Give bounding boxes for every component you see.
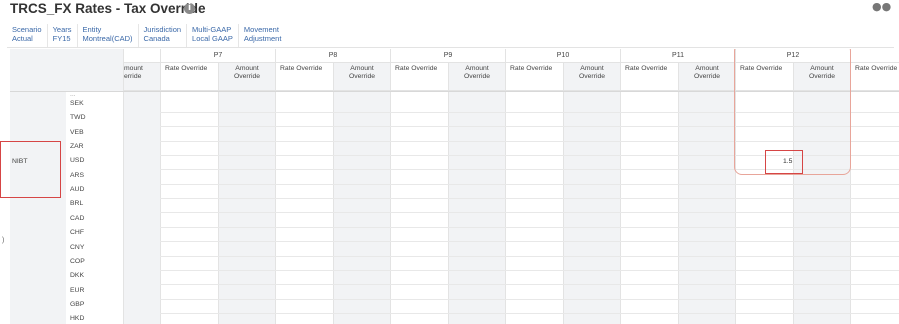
- amount-override-header-p10[interactable]: Amount Override: [563, 63, 620, 91]
- rate-override-header-p11[interactable]: Rate Override: [620, 63, 678, 91]
- currency-row-brl[interactable]: BRL: [70, 200, 83, 207]
- page-title: TRCS_FX Rates - Tax Override: [10, 1, 206, 16]
- row-divider: [160, 198, 899, 200]
- info-icon[interactable]: i: [184, 3, 195, 14]
- p12-usd-highlight: [765, 150, 803, 174]
- rate-override-header-next[interactable]: Rate Override: [850, 63, 899, 91]
- currency-row-twd[interactable]: TWD: [70, 114, 85, 121]
- pov-entity[interactable]: Entity Montreal(CAD): [78, 24, 139, 47]
- row-divider: [160, 241, 899, 243]
- period-header-p10[interactable]: P10: [505, 49, 620, 63]
- nibt-highlight: [0, 141, 61, 198]
- row-divider: [160, 255, 899, 257]
- pov-years[interactable]: Years FY15: [48, 24, 78, 47]
- pov-bar: Scenario Actual Years FY15 Entity Montre…: [7, 24, 894, 48]
- currency-row-zar[interactable]: ZAR: [70, 143, 84, 150]
- amount-override-header-p7[interactable]: Amount Override: [218, 63, 275, 91]
- period-header-p11[interactable]: P11: [620, 49, 735, 63]
- currency-row-eur[interactable]: EUR: [70, 287, 84, 294]
- partial-row-label: ...: [70, 91, 76, 98]
- amount-override-header-p8[interactable]: Amount Override: [333, 63, 390, 91]
- amount-override-header-partial: mount erride: [123, 63, 160, 91]
- currency-row-chf[interactable]: CHF: [70, 229, 84, 236]
- currency-row-usd[interactable]: USD: [70, 157, 84, 164]
- amount-override-header-p11[interactable]: Amount Override: [678, 63, 735, 91]
- row-divider: [160, 226, 899, 228]
- period-header-p8[interactable]: P8: [275, 49, 390, 63]
- pov-movement[interactable]: Movement Adjustment: [239, 24, 287, 47]
- pov-jurisdiction[interactable]: Jurisdiction Canada: [139, 24, 188, 47]
- currency-row-ars[interactable]: ARS: [70, 172, 84, 179]
- row-divider: [160, 269, 899, 271]
- row-divider: [160, 284, 899, 286]
- period-header-p9[interactable]: P9: [390, 49, 505, 63]
- amount-override-header-p9[interactable]: Amount Override: [448, 63, 505, 91]
- row-divider: [160, 312, 899, 314]
- title-bar: TRCS_FX Rates - Tax Override i ●●: [0, 0, 899, 22]
- rate-override-header-p10[interactable]: Rate Override: [505, 63, 563, 91]
- pov-scenario[interactable]: Scenario Actual: [7, 24, 48, 47]
- row-divider: [160, 183, 899, 185]
- currency-row-aud[interactable]: AUD: [70, 186, 84, 193]
- currency-row-hkd[interactable]: HKD: [70, 315, 84, 322]
- pov-multi-gaap[interactable]: Multi-GAAP Local GAAP: [187, 24, 239, 47]
- currency-row-cop[interactable]: COP: [70, 258, 85, 265]
- currency-row-cad[interactable]: CAD: [70, 215, 84, 222]
- currency-row-cny[interactable]: CNY: [70, 244, 84, 251]
- currency-row-sek[interactable]: SEK: [70, 100, 84, 107]
- period-header-next: [850, 49, 899, 63]
- rate-override-header-p7[interactable]: Rate Override: [160, 63, 218, 91]
- row-divider: [160, 298, 899, 300]
- currency-row-dkk[interactable]: DKK: [70, 272, 84, 279]
- row-divider: [160, 212, 899, 214]
- period-header-p7[interactable]: P7: [160, 49, 275, 63]
- period-header-partial: [123, 49, 160, 63]
- users-icon[interactable]: ●●: [872, 0, 891, 13]
- member-column-header: [66, 49, 123, 91]
- rate-override-header-p8[interactable]: Rate Override: [275, 63, 333, 91]
- currency-row-veb[interactable]: VEB: [70, 129, 84, 136]
- data-grid: P7 P8 P9 P10 P11 P12 mount erride Rate Override…: [0, 49, 899, 324]
- rate-override-header-p9[interactable]: Rate Override: [390, 63, 448, 91]
- currency-row-gbp[interactable]: GBP: [70, 301, 84, 308]
- left-marker: ): [2, 237, 5, 244]
